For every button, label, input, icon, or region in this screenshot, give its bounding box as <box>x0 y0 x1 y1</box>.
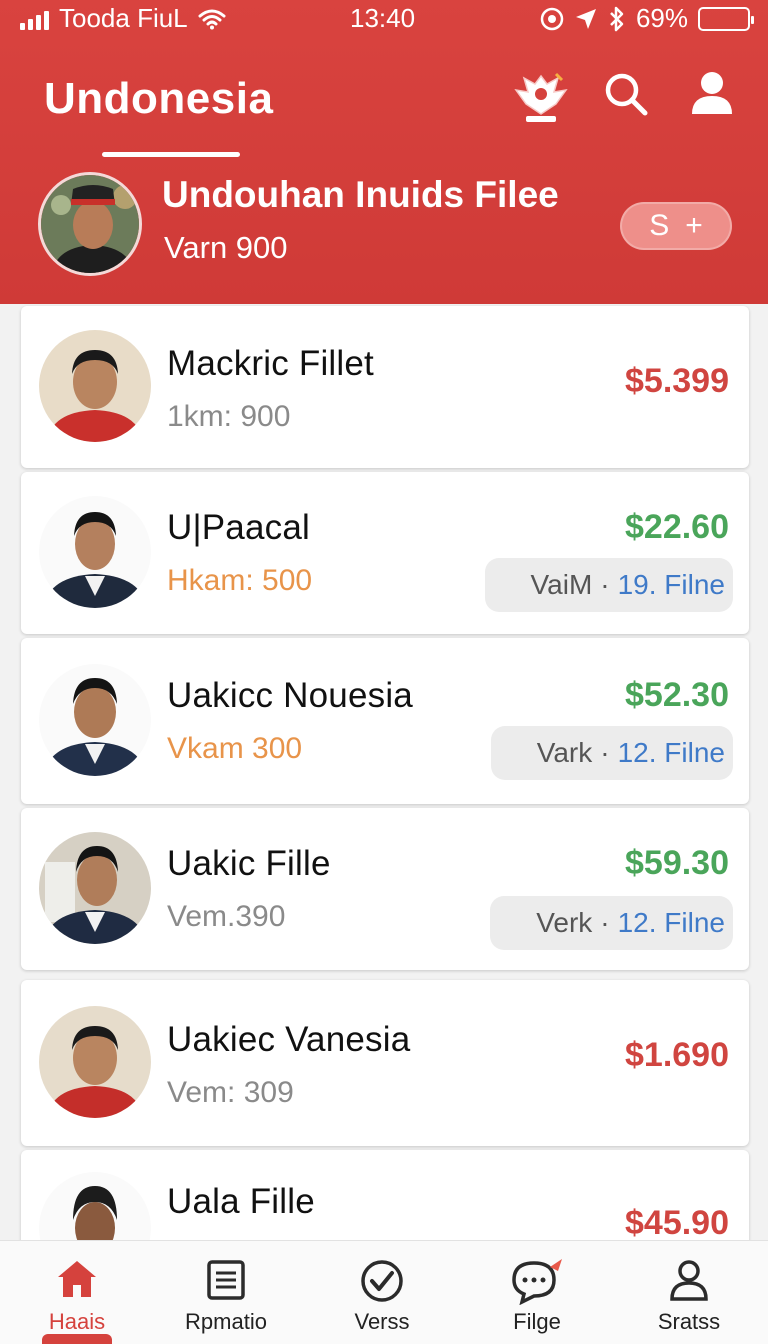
tag-separator: · <box>600 569 610 600</box>
status-bar: Tooda FiuL 13:40 69% <box>0 0 768 40</box>
plus-icon: + <box>685 209 703 242</box>
item-tag[interactable]: VaiM · 19. Filne <box>484 558 733 612</box>
tag-label: VaiM <box>530 569 593 600</box>
item-name: Uakicc Nouesia <box>167 676 413 715</box>
check-circle-icon <box>361 1260 403 1302</box>
carrier-name: Tooda FiuL <box>59 3 188 33</box>
pill-letter: S <box>649 209 670 242</box>
nav-label: Verss <box>354 1309 410 1334</box>
location-arrow-icon <box>575 8 596 29</box>
item-name: Mackric Fillet <box>167 344 374 383</box>
item-price: $45.90 <box>625 1204 729 1240</box>
tag-count: 12. Filne <box>617 737 725 768</box>
tag-separator: · <box>600 737 610 768</box>
item-distance: Hkam: 500 <box>167 564 313 597</box>
emblem-icon <box>514 72 568 122</box>
nav-item-home[interactable]: Haais <box>2 1241 152 1344</box>
item-price: $22.60 <box>625 508 729 546</box>
document-icon <box>207 1260 245 1300</box>
search-icon[interactable] <box>602 70 650 118</box>
nav-label: Sratss <box>657 1309 721 1334</box>
bottom-nav: Haais Rpmatio Verss Filge Sratss <box>0 1240 768 1344</box>
profile-banner[interactable]: Undouhan Inuids Filee Varn 900 S + <box>0 160 768 304</box>
item-price: $52.30 <box>625 676 729 714</box>
list-item[interactable]: Mackric Fillet 1km: 900 $5.399 <box>21 306 749 468</box>
item-price: $59.30 <box>625 844 729 882</box>
nav-item-rpmatio[interactable]: Rpmatio <box>151 1241 301 1344</box>
target-icon <box>540 7 564 30</box>
avatar <box>39 1172 151 1240</box>
item-distance: 1km: 900 <box>167 400 291 433</box>
item-tag[interactable]: Verk · 12. Filne <box>490 896 733 950</box>
page-title: Undonesia <box>44 74 274 123</box>
nav-label: Rpmatio <box>185 1309 267 1334</box>
tag-label: Vark <box>536 737 593 768</box>
tag-count: 12. Filne <box>617 907 725 938</box>
status-time: 13:40 <box>350 3 416 33</box>
app-header: Undonesia <box>0 58 768 158</box>
chat-icon <box>512 1259 562 1305</box>
tag-count: 19. Filne <box>617 569 725 600</box>
nav-item-sratss[interactable]: Sratss <box>614 1241 764 1344</box>
nav-item-verss[interactable]: Verss <box>307 1241 457 1344</box>
profile-avatar <box>38 172 142 276</box>
top-header-area: Tooda FiuL 13:40 69% Undonesia Undouhan … <box>0 0 768 304</box>
home-icon <box>58 1261 96 1297</box>
status-right: 69% <box>540 3 754 34</box>
item-name: U|Paacal <box>167 508 310 547</box>
avatar <box>39 330 151 442</box>
tag-label: Verk <box>536 907 593 938</box>
avatar <box>39 832 151 944</box>
item-distance: Vkam 300 <box>167 732 303 765</box>
list-item[interactable]: U|Paacal Hkam: 500 $22.60 VaiM · 19. Fil… <box>21 472 749 634</box>
item-tag[interactable]: Vark · 12. Filne <box>490 726 733 780</box>
list-item[interactable]: Uakicc Nouesia Vkam 300 $52.30 Vark · 12… <box>21 638 749 804</box>
battery-icon <box>698 6 754 31</box>
item-distance: Vem: 309 <box>167 1076 294 1109</box>
list-item[interactable]: Uakiec Vanesia Vem: 309 $1.690 <box>21 980 749 1146</box>
profile-action-button[interactable]: S + <box>620 202 732 250</box>
item-distance: Vem.390 <box>167 900 286 933</box>
list-item[interactable]: Uala Fille $45.90 <box>21 1150 749 1240</box>
tag-separator: · <box>600 907 610 938</box>
nav-item-filge[interactable]: Filge <box>462 1241 612 1344</box>
item-price: $5.399 <box>625 362 729 400</box>
avatar <box>39 496 151 608</box>
title-underline <box>102 152 240 157</box>
item-price: $1.690 <box>625 1036 729 1074</box>
profile-name: Undouhan Inuids Filee <box>162 174 559 215</box>
wifi-icon <box>198 9 226 29</box>
avatar <box>39 664 151 776</box>
profile-photo <box>41 175 139 273</box>
item-list[interactable]: Mackric Fillet 1km: 900 $5.399 U|Paacal … <box>0 304 768 1240</box>
item-name: Uakiec Vanesia <box>167 1020 411 1059</box>
list-item[interactable]: Uakic Fille Vem.390 $59.30 Verk · 12. Fi… <box>21 808 749 970</box>
nav-label: Filge <box>513 1309 561 1334</box>
bluetooth-icon <box>610 6 624 31</box>
avatar <box>39 1006 151 1118</box>
nav-label: Haais <box>48 1309 106 1334</box>
account-icon[interactable] <box>690 70 734 118</box>
status-left: Tooda FiuL <box>20 3 226 34</box>
item-name: Uala Fille <box>167 1182 315 1221</box>
signal-icon <box>20 8 49 30</box>
active-tab-indicator <box>42 1334 112 1344</box>
item-name: Uakic Fille <box>167 844 331 883</box>
battery-percent: 69% <box>635 3 688 33</box>
profile-subtitle: Varn 900 <box>164 230 288 265</box>
person-icon <box>670 1260 708 1301</box>
